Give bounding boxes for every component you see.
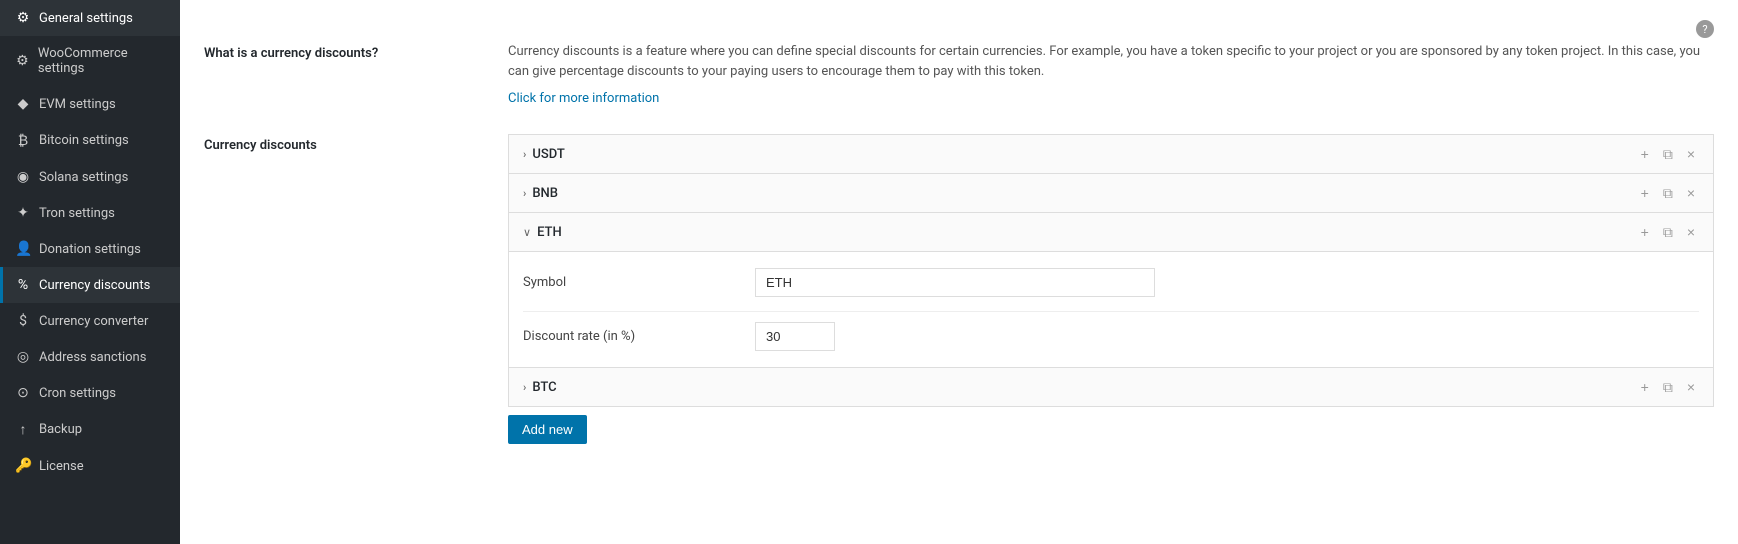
accordion-actions-bnb: + ⧉ × (1637, 184, 1699, 202)
sidebar-item-label: Cron settings (39, 386, 116, 401)
donation-settings-icon: 👤 (15, 241, 31, 257)
sidebar-item-cron-settings[interactable]: ⊙ Cron settings (0, 375, 180, 411)
discounts-label: Currency discounts (204, 134, 484, 444)
chevron-icon-usdt: › (523, 148, 526, 161)
accordion-item-btc: › BTC + ⧉ × (508, 368, 1714, 407)
add-new-button[interactable]: Add new (508, 415, 587, 444)
sidebar-item-label: Bitcoin settings (39, 133, 129, 148)
accordion-header-bnb[interactable]: › BNB + ⧉ × (509, 174, 1713, 212)
sidebar-item-license[interactable]: 🔑 License (0, 448, 180, 484)
cron-settings-icon: ⊙ (15, 385, 31, 401)
accordion-item-eth: ∨ ETH + ⧉ × Symbol Discount r (508, 213, 1714, 368)
accordion-item-usdt: › USDT + ⧉ × (508, 134, 1714, 174)
sidebar-item-address-sanctions[interactable]: ◎ Address sanctions (0, 339, 180, 375)
evm-settings-icon: ◆ (15, 96, 31, 112)
license-icon: 🔑 (15, 458, 31, 474)
close-icon-usdt[interactable]: × (1683, 145, 1699, 163)
sidebar-item-label: EVM settings (39, 97, 116, 112)
copy-icon-btc[interactable]: ⧉ (1659, 378, 1677, 396)
copy-icon-usdt[interactable]: ⧉ (1659, 145, 1677, 163)
sidebar-item-label: Currency discounts (39, 278, 150, 293)
info-section: What is a currency discounts? Currency d… (204, 42, 1714, 106)
add-sub-icon-usdt[interactable]: + (1637, 145, 1653, 163)
sidebar-item-label: Currency converter (39, 314, 148, 329)
accordion-actions-eth: + ⧉ × (1637, 223, 1699, 241)
discount-input[interactable] (755, 322, 835, 351)
sidebar-item-label: License (39, 459, 84, 474)
accordion-symbol-bnb: BNB (532, 186, 558, 201)
accordion-actions-btc: + ⧉ × (1637, 378, 1699, 396)
currency-converter-icon: $ (15, 313, 31, 329)
sidebar-item-label: Tron settings (39, 206, 115, 221)
accordion-header-eth[interactable]: ∨ ETH + ⧉ × (509, 213, 1713, 252)
accordion-actions-usdt: + ⧉ × (1637, 145, 1699, 163)
help-icon[interactable]: ? (1696, 20, 1714, 38)
discounts-section: Currency discounts › USDT + ⧉ × › (204, 134, 1714, 444)
chevron-icon-btc: › (523, 381, 526, 394)
add-sub-icon-eth[interactable]: + (1637, 223, 1653, 241)
backup-icon: ↑ (15, 421, 31, 438)
field-divider (523, 311, 1699, 312)
address-sanctions-icon: ◎ (15, 349, 31, 365)
sidebar-item-label: Backup (39, 422, 82, 437)
tron-settings-icon: ✦ (15, 205, 31, 221)
accordion-symbol-eth: ETH (537, 225, 562, 240)
copy-icon-bnb[interactable]: ⧉ (1659, 184, 1677, 202)
solana-settings-icon: ◉ (15, 169, 31, 185)
close-icon-bnb[interactable]: × (1683, 184, 1699, 202)
sidebar-item-solana-settings[interactable]: ◉ Solana settings (0, 159, 180, 195)
sidebar-item-evm-settings[interactable]: ◆ EVM settings (0, 86, 180, 122)
sidebar-item-woocommerce-settings[interactable]: ⚙ WooCommerce settings (0, 36, 180, 86)
close-icon-btc[interactable]: × (1683, 378, 1699, 396)
discount-label: Discount rate (in %) (523, 329, 743, 344)
info-content: Currency discounts is a feature where yo… (508, 42, 1714, 106)
sidebar: ⚙ General settings ⚙ WooCommerce setting… (0, 0, 180, 544)
accordion-header-btc[interactable]: › BTC + ⧉ × (509, 368, 1713, 406)
sidebar-item-currency-converter[interactable]: $ Currency converter (0, 303, 180, 339)
sidebar-item-donation-settings[interactable]: 👤 Donation settings (0, 231, 180, 267)
help-area: ? (204, 20, 1714, 38)
accordion-title-eth: ∨ ETH (523, 225, 562, 240)
accordion-title-usdt: › USDT (523, 147, 565, 162)
close-icon-eth[interactable]: × (1683, 223, 1699, 241)
accordion-body-eth: Symbol Discount rate (in %) (509, 252, 1713, 367)
sidebar-item-label: General settings (39, 11, 133, 26)
add-sub-icon-bnb[interactable]: + (1637, 184, 1653, 202)
sidebar-item-tron-settings[interactable]: ✦ Tron settings (0, 195, 180, 231)
copy-icon-eth[interactable]: ⧉ (1659, 223, 1677, 241)
field-row-symbol: Symbol (523, 268, 1699, 297)
accordion-item-bnb: › BNB + ⧉ × (508, 174, 1714, 213)
symbol-label: Symbol (523, 275, 743, 290)
sidebar-item-bitcoin-settings[interactable]: ₿ Bitcoin settings (0, 122, 180, 159)
sidebar-item-label: Donation settings (39, 242, 141, 257)
sidebar-item-general-settings[interactable]: ⚙ General settings (0, 0, 180, 36)
info-description: Currency discounts is a feature where yo… (508, 42, 1714, 81)
field-row-discount: Discount rate (in %) (523, 322, 1699, 351)
accordion-title-bnb: › BNB (523, 186, 558, 201)
add-sub-icon-btc[interactable]: + (1637, 378, 1653, 396)
info-label: What is a currency discounts? (204, 42, 484, 106)
accordion-symbol-usdt: USDT (532, 147, 564, 162)
sidebar-item-label: Solana settings (39, 170, 128, 185)
discounts-content: › USDT + ⧉ × › BNB + ⧉ × (508, 134, 1714, 444)
sidebar-item-backup[interactable]: ↑ Backup (0, 411, 180, 448)
accordion-container: › USDT + ⧉ × › BNB + ⧉ × (508, 134, 1714, 407)
accordion-header-usdt[interactable]: › USDT + ⧉ × (509, 135, 1713, 173)
woocommerce-settings-icon: ⚙ (15, 53, 30, 69)
sidebar-item-currency-discounts[interactable]: % Currency discounts (0, 267, 180, 303)
sidebar-item-label: WooCommerce settings (38, 46, 168, 76)
bitcoin-settings-icon: ₿ (15, 132, 31, 149)
accordion-title-btc: › BTC (523, 380, 557, 395)
symbol-input[interactable] (755, 268, 1155, 297)
chevron-icon-bnb: › (523, 187, 526, 200)
accordion-symbol-btc: BTC (532, 380, 556, 395)
currency-discounts-icon: % (15, 277, 31, 293)
main-content: ? What is a currency discounts? Currency… (180, 0, 1738, 544)
general-settings-icon: ⚙ (15, 10, 31, 26)
chevron-icon-eth: ∨ (523, 226, 531, 239)
sidebar-item-label: Address sanctions (39, 350, 146, 365)
info-link[interactable]: Click for more information (508, 91, 659, 106)
